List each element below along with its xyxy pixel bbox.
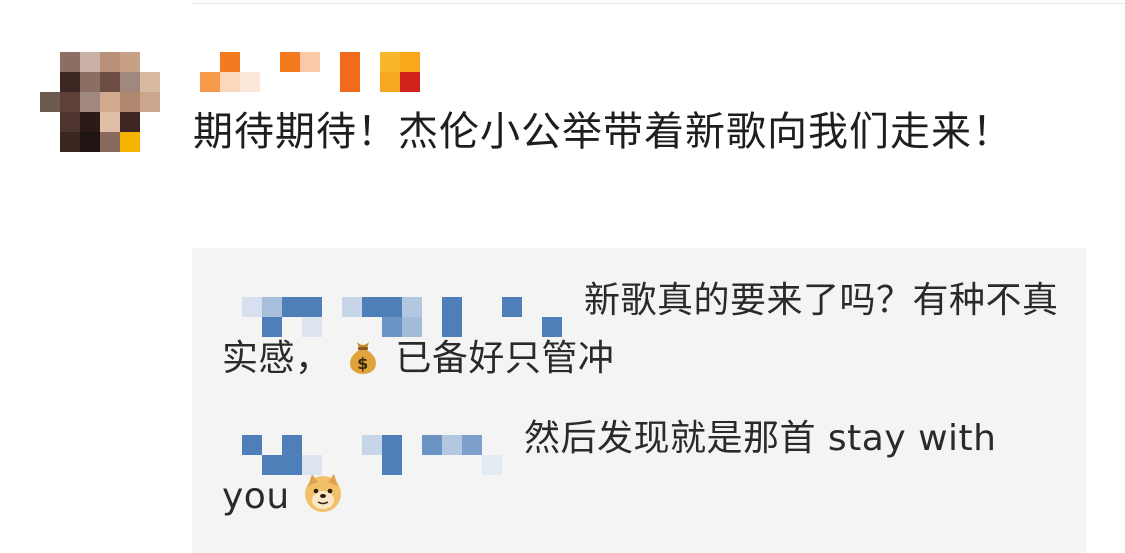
reply-item[interactable]: 新歌真的要来了吗？有种不真实感， $ 已备好只管冲 — [222, 272, 1072, 394]
reply-text-after-emoji: 已备好只管冲 — [395, 338, 615, 379]
money-bag-icon: $ — [343, 336, 383, 394]
reply-item[interactable]: 然后发现就是那首 stay with you — [222, 410, 1072, 532]
top-divider — [192, 3, 1125, 4]
comment-text: 期待期待！杰伦小公举带着新歌向我们走来！ — [193, 109, 1013, 155]
doge-face-icon — [302, 472, 344, 532]
reply-username[interactable] — [222, 277, 572, 337]
avatar[interactable] — [40, 52, 160, 152]
reply-box[interactable]: 新歌真的要来了吗？有种不真实感， $ 已备好只管冲 然后发现就是那首 stay … — [192, 248, 1086, 553]
reply-username[interactable] — [222, 415, 512, 475]
svg-text:$: $ — [358, 354, 370, 373]
comment-username[interactable] — [200, 50, 430, 92]
